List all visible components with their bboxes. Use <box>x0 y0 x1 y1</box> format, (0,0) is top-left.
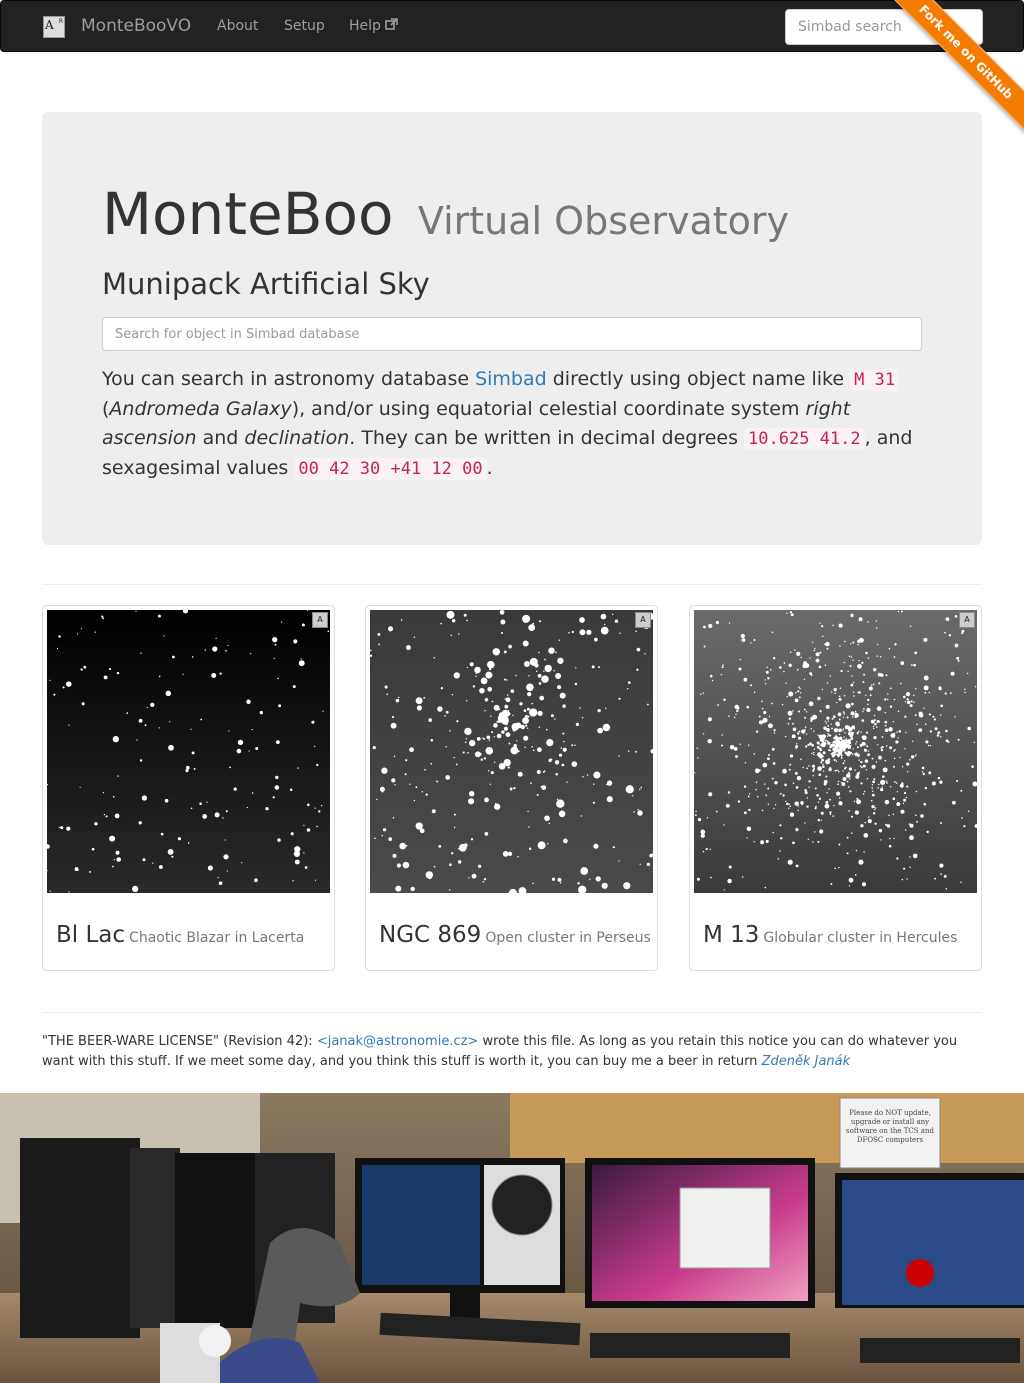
photo-note-text: Please do NOT update, upgrade or install … <box>846 1109 934 1144</box>
external-link-icon <box>385 18 398 34</box>
thumbnail-bl-lac[interactable]: A Bl Lac Chaotic Blazar in Lacerta <box>42 605 335 971</box>
object-name: M 13 <box>703 922 760 948</box>
object-name: Bl Lac <box>56 922 126 948</box>
object-description: Globular cluster in Hercules <box>763 930 958 946</box>
title-text: MonteBoo <box>102 180 394 248</box>
nav-setup[interactable]: Setup <box>284 18 325 34</box>
thumbnail-m-13[interactable]: A M 13 Globular cluster in Hercules <box>689 605 982 971</box>
navbar: A R MonteBooVO About Setup Help <box>0 0 1024 52</box>
page-subtitle: Munipack Artificial Sky <box>102 267 430 301</box>
munipack-badge-icon: A <box>635 612 651 628</box>
nav-about[interactable]: About <box>217 18 258 34</box>
brand-logo-icon[interactable]: A R <box>43 16 65 38</box>
simbad-link[interactable]: Simbad <box>475 368 547 390</box>
object-search-input[interactable] <box>102 317 922 351</box>
page-title: MonteBoo Virtual Observatory <box>102 180 789 248</box>
thumbnail-caption: NGC 869 Open cluster in Perseus <box>379 922 651 948</box>
observatory-photo: Please do NOT update, upgrade or install … <box>0 1093 1024 1383</box>
license-text: "THE BEER-WARE LICENSE" (Revision 42): <… <box>42 1034 958 1069</box>
munipack-badge-icon: A <box>312 612 328 628</box>
author-link[interactable]: Zdeněk Janák <box>762 1054 851 1069</box>
object-name: NGC 869 <box>379 922 482 948</box>
nav-help-label: Help <box>349 18 381 34</box>
divider <box>42 1012 982 1013</box>
jumbotron: MonteBoo Virtual Observatory Munipack Ar… <box>42 112 982 545</box>
search-help-text: You can search in astronomy database Sim… <box>102 368 913 480</box>
example-decimal-code: 10.625 41.2 <box>744 428 865 450</box>
thumbnail-caption: Bl Lac Chaotic Blazar in Lacerta <box>56 922 304 948</box>
divider <box>42 584 982 585</box>
munipack-badge-icon: A <box>959 612 975 628</box>
object-description: Open cluster in Perseus <box>485 930 651 946</box>
example-name-code: M 31 <box>850 369 900 391</box>
title-subtext: Virtual Observatory <box>417 199 790 243</box>
thumbnail-ngc-869[interactable]: A NGC 869 Open cluster in Perseus <box>365 605 658 971</box>
github-ribbon[interactable]: Fork me on GitHub <box>875 0 1024 149</box>
ngc-869-sky-image[interactable] <box>370 610 653 893</box>
logo-sup: R <box>58 18 63 25</box>
m-13-sky-image[interactable] <box>694 610 977 893</box>
example-sexagesimal-code: 00 42 30 +41 12 00 <box>294 458 487 480</box>
object-description: Chaotic Blazar in Lacerta <box>129 930 305 946</box>
nav-help[interactable]: Help <box>349 18 398 34</box>
brand-link[interactable]: MonteBooVO <box>81 16 191 36</box>
github-ribbon-label[interactable]: Fork me on GitHub <box>885 0 1024 133</box>
thumbnail-caption: M 13 Globular cluster in Hercules <box>703 922 957 948</box>
email-link[interactable]: <janak@astronomie.cz> <box>317 1034 479 1049</box>
bl-lac-sky-image[interactable] <box>47 610 330 893</box>
logo-letter: A <box>45 18 54 32</box>
